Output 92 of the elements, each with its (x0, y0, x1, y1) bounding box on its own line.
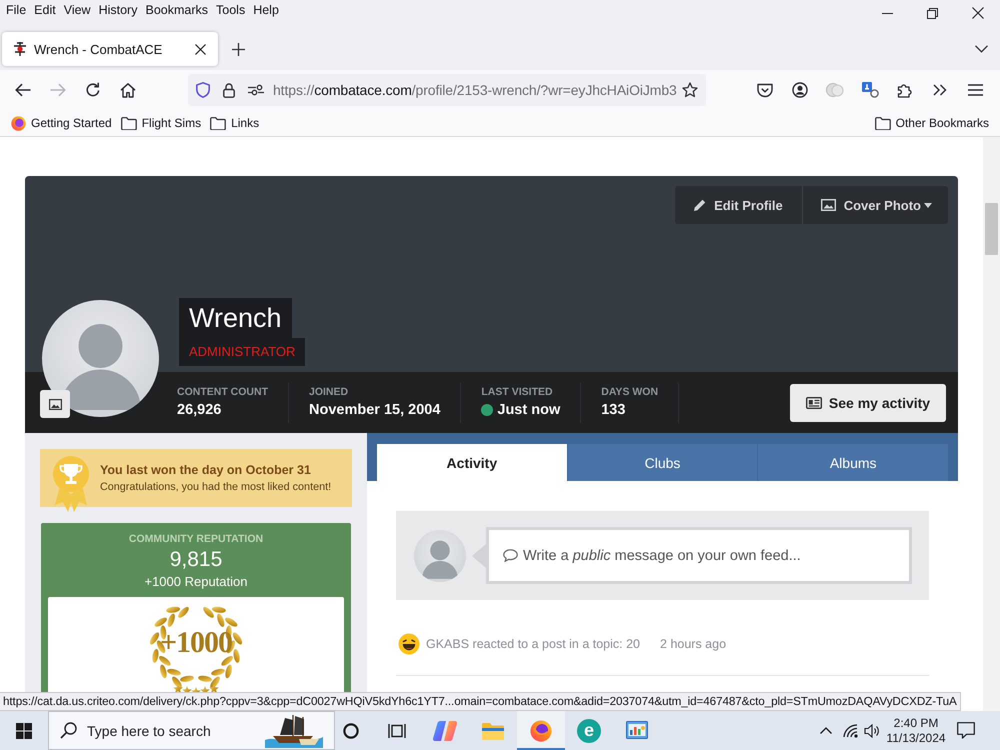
profile-tab[interactable]: Activity (377, 444, 567, 481)
menu-item[interactable]: History (94, 0, 142, 19)
badge-text: +1000 (160, 626, 232, 660)
menu-item[interactable]: Help (249, 0, 283, 19)
star-icon[interactable] (682, 82, 698, 98)
avatar-image (414, 530, 466, 582)
browser-tab[interactable]: Wrench - CombatACE (2, 32, 218, 66)
pocket-icon[interactable] (757, 82, 773, 98)
crosshair-icon (12, 41, 28, 57)
image-icon (48, 398, 62, 410)
activity-time: 2 hours ago (660, 637, 726, 651)
stat-value: 26,926 (177, 401, 222, 420)
day-won-message: Congratulations, you had the most liked content! (100, 480, 332, 495)
reputation-heading: COMMUNITY REPUTATION (128, 532, 264, 547)
notification-icon[interactable] (957, 722, 975, 739)
url-text: https://combatace.com/profile/2153-wrench/?wr=eyJhcHAiOiJmb3 (273, 82, 677, 98)
id-card-icon (806, 396, 822, 408)
menu-item[interactable]: View (60, 0, 95, 19)
stat-value: November 15, 2004 (309, 401, 440, 420)
puzzle-icon[interactable] (897, 82, 913, 98)
stat-label: DAYS WON (601, 385, 658, 400)
lock-icon[interactable] (223, 82, 235, 98)
clock-time[interactable]: 2:40 PM (894, 716, 938, 730)
menu-item[interactable]: Edit (30, 0, 60, 19)
clock-date[interactable]: 11/13/2024 (886, 730, 946, 746)
menu-icon[interactable] (968, 84, 982, 96)
stat-label: CONTENT COUNT (177, 385, 268, 400)
folder-icon (210, 116, 226, 130)
scrollbar[interactable] (983, 137, 1000, 711)
edit-profile-button[interactable]: Edit Profile (675, 186, 803, 224)
speech-bubble-icon (503, 549, 518, 562)
volume-icon[interactable] (864, 724, 880, 738)
menu-item[interactable]: Tools (212, 0, 250, 19)
app-logo: e (577, 718, 601, 742)
menu-item[interactable]: Bookmarks (141, 0, 212, 19)
chevron-down-icon[interactable] (975, 45, 988, 53)
task-view-icon (388, 722, 406, 738)
bookmark-item[interactable]: Other Bookmarks (874, 116, 989, 130)
search-icon (60, 722, 77, 739)
folder-icon (482, 722, 504, 740)
stat-value: Just now (497, 401, 560, 420)
change-photo-button[interactable] (40, 390, 70, 418)
account-icon[interactable] (792, 82, 808, 98)
folder-icon (120, 116, 137, 130)
image-icon (820, 199, 836, 211)
home-icon[interactable] (120, 82, 136, 98)
search-field[interactable]: Type here to search (48, 711, 335, 750)
reload-icon[interactable] (85, 82, 101, 98)
stat-value: 133 (601, 401, 626, 420)
user-role: ADMINISTRATOR (179, 338, 306, 366)
reputation-rank: +1000 Reputation (144, 573, 248, 591)
reputation-value: 9,815 (170, 547, 222, 573)
bookmark-item[interactable]: Links (210, 116, 260, 130)
close-icon[interactable] (972, 7, 984, 19)
ship-icon (263, 714, 325, 748)
stat-label: LAST VISITED (481, 385, 554, 400)
day-won-title: You last won the day on October 31 (100, 462, 312, 479)
laughing-emoji-icon (398, 633, 420, 655)
sliders-icon[interactable] (248, 84, 264, 96)
minimize-icon[interactable] (882, 12, 893, 14)
restore-icon[interactable] (927, 8, 938, 18)
translate-icon[interactable] (862, 82, 878, 98)
folder-icon (874, 116, 891, 130)
see-activity-button[interactable]: See my activity (790, 384, 946, 422)
browser-logo-icon (11, 116, 26, 130)
stat-label: JOINED (309, 385, 350, 400)
wifi-icon[interactable] (843, 724, 859, 738)
monitor-chart-icon (626, 720, 648, 740)
browser-logo-icon (530, 720, 552, 742)
swirl-logo-icon (433, 720, 457, 742)
back-arrow-icon[interactable] (15, 83, 31, 97)
plus-icon[interactable] (232, 43, 245, 56)
chevron-up-icon[interactable] (820, 727, 832, 734)
windows-logo-icon[interactable] (16, 722, 32, 738)
shield-icon[interactable] (196, 82, 210, 98)
chevrons-icon[interactable] (933, 84, 947, 96)
trophy-ribbon-icon (52, 455, 90, 513)
pencil-icon (693, 198, 706, 212)
address-field[interactable]: https://combatace.com/profile/2153-wrench/?wr=eyJhcHAiOiJmb3 (188, 74, 706, 106)
message-field[interactable]: Write a public message on your own feed... (486, 527, 912, 584)
bookmark-item[interactable]: Flight Sims (120, 116, 202, 130)
bookmark-item[interactable]: Getting Started (11, 116, 112, 130)
profile-tab[interactable]: Clubs (568, 444, 758, 481)
close-icon[interactable] (195, 44, 206, 54)
profile-name: Wrench (179, 298, 292, 338)
profile-tab[interactable]: Albums (758, 444, 948, 481)
ring-icon (343, 722, 359, 738)
scrollbar-thumb[interactable] (985, 203, 998, 255)
link-status-url: https://cat.da.us.criteo.com/delivery/ck.php?cppv=3&cpp=dC0027wHQiV5kdYh6c1YT7...omain=combatace.com&adid=2037074&utm_id=467487&cto_pld=STmUmozDAQAVyDCXDZ-TuA (0, 692, 961, 711)
cover-photo-button[interactable]: Cover Photo (802, 186, 948, 224)
menu-item[interactable]: File (2, 0, 30, 19)
activity-text: GKABS reacted to a post in a topic: 20 (426, 637, 640, 651)
